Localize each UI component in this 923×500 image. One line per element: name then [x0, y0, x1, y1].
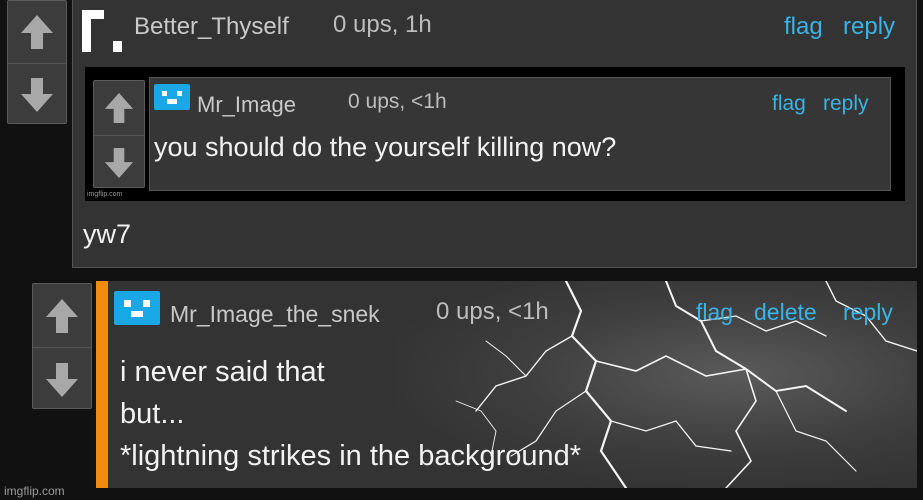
avatar: [154, 84, 190, 110]
arrow-down-icon: [46, 362, 78, 397]
embedded-comment-image: Mr_Image 0 ups, <1h flag reply you shoul…: [85, 67, 905, 201]
comment-meta: 0 ups, 1h: [333, 11, 432, 38]
comment-panel: Mr_Image_the_snek 0 ups, <1h flag delete…: [96, 281, 917, 488]
comment-body: i never said that but... *lightning stri…: [120, 351, 581, 477]
upvote-button[interactable]: [8, 1, 66, 63]
embedded-downvote-button: [94, 135, 144, 190]
watermark: imgflip.com: [4, 484, 65, 498]
embedded-upvote-button: [94, 81, 144, 135]
embedded-comment-body: you should do the yourself killing now?: [154, 132, 617, 162]
delete-link[interactable]: delete: [754, 299, 817, 326]
flag-link[interactable]: flag: [696, 299, 733, 326]
embedded-reply-link: reply: [823, 92, 869, 115]
reply-link[interactable]: reply: [843, 299, 893, 326]
arrow-up-icon: [21, 15, 53, 49]
embedded-username: Mr_Image: [197, 92, 297, 117]
username[interactable]: Mr_Image_the_snek: [170, 301, 380, 328]
embedded-vote-box: [93, 80, 145, 188]
comment-body: yw7: [83, 219, 132, 249]
comment-body-line: but...: [120, 398, 185, 430]
vote-box: [32, 283, 92, 409]
username[interactable]: Better_Thyself: [134, 13, 289, 41]
embedded-flag-link: flag: [772, 92, 806, 115]
avatar[interactable]: [80, 8, 126, 54]
reply-link[interactable]: reply: [843, 13, 895, 41]
downvote-button[interactable]: [33, 347, 91, 411]
arrow-down-icon: [104, 148, 134, 178]
arrow-up-icon: [46, 298, 78, 333]
avatar[interactable]: [114, 291, 160, 327]
embedded-comment-panel: Mr_Image 0 ups, <1h flag reply you shoul…: [149, 77, 891, 191]
comment-body-line: i never said that: [120, 356, 325, 388]
comment-panel: Better_Thyself 0 ups, 1h flag reply Mr_I…: [72, 0, 917, 268]
embedded-watermark: imgflip.com: [87, 191, 123, 198]
flag-link[interactable]: flag: [784, 13, 823, 41]
upvote-button[interactable]: [33, 284, 91, 347]
arrow-up-icon: [104, 93, 134, 123]
downvote-button[interactable]: [8, 63, 66, 126]
vote-box: [7, 0, 67, 124]
highlight-bar: [96, 281, 108, 488]
comment-meta: 0 ups, <1h: [436, 298, 549, 325]
embedded-comment-meta: 0 ups, <1h: [348, 90, 447, 113]
arrow-down-icon: [21, 78, 53, 112]
comment-body-line: *lightning strikes in the background*: [120, 440, 582, 472]
